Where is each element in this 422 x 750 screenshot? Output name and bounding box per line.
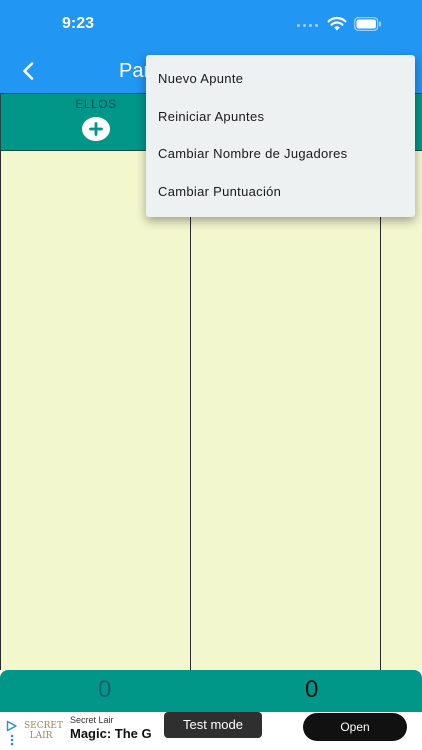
ad-banner[interactable]: SECRET LAIR Secret Lair Magic: The G Tes… xyxy=(0,712,422,750)
menu-item-rename-players[interactable]: Cambiar Nombre de Jugadores xyxy=(146,135,415,173)
ad-logo-bottom: LAIR xyxy=(29,731,53,741)
ad-open-button[interactable]: Open xyxy=(303,713,407,741)
plus-circle-icon[interactable] xyxy=(82,117,110,141)
totals-bar: 0 0 xyxy=(0,670,422,712)
ad-logo: SECRET LAIR xyxy=(24,717,63,745)
menu-item-new-entry[interactable]: Nuevo Apunte xyxy=(146,60,415,98)
ad-sponsor: Secret Lair xyxy=(70,715,114,725)
total-team-2: 0 xyxy=(305,676,319,703)
total-team-1: 0 xyxy=(98,676,112,703)
back-icon[interactable] xyxy=(14,58,42,84)
menu-item-change-score[interactable]: Cambiar Puntuación xyxy=(146,173,415,211)
signal-dots-icon xyxy=(297,22,323,28)
menu-item-reset-entries[interactable]: Reiniciar Apuntes xyxy=(146,98,415,136)
score-column-3 xyxy=(380,151,422,670)
status-time: 9:23 xyxy=(62,15,95,32)
score-column-1 xyxy=(0,151,190,670)
score-sheet xyxy=(0,151,422,670)
wifi-icon xyxy=(327,16,347,31)
score-column-2 xyxy=(190,151,380,670)
ad-choices-icon[interactable] xyxy=(6,720,18,746)
battery-icon xyxy=(354,17,381,31)
ad-logo-top: SECRET xyxy=(24,721,63,731)
test-mode-badge: Test mode xyxy=(164,712,262,738)
ad-headline[interactable]: Magic: The G xyxy=(70,726,170,741)
overflow-menu: Nuevo Apunte Reiniciar Apuntes Cambiar N… xyxy=(146,55,415,217)
status-bar: 9:23 xyxy=(0,0,422,50)
